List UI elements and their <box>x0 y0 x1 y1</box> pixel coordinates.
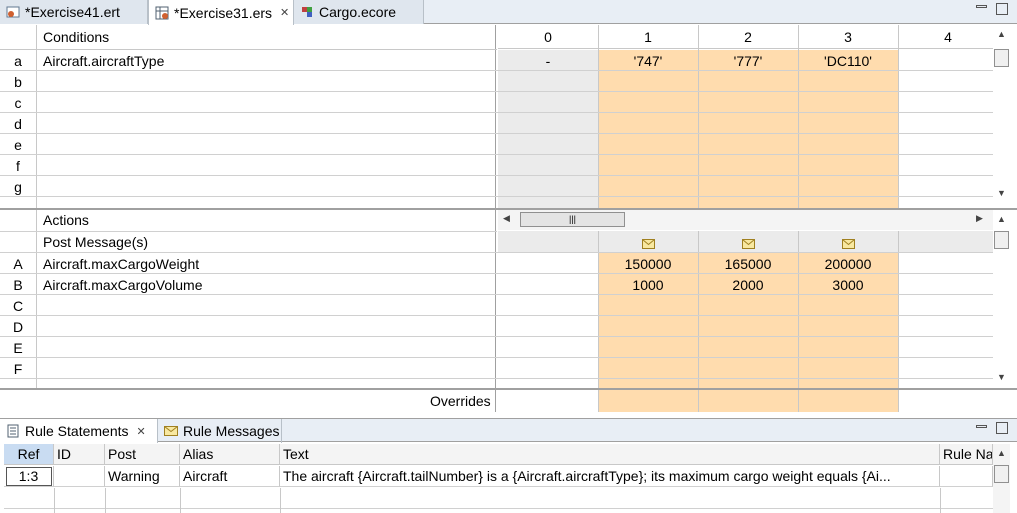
column-header-alias[interactable]: Alias <box>180 444 280 465</box>
row-letter: f <box>16 158 20 174</box>
action-value-1[interactable]: 1000 <box>598 277 698 293</box>
rule-test-icon <box>6 5 20 19</box>
post-message-label: Post Message(s) <box>43 234 149 250</box>
row-letter: F <box>13 361 23 377</box>
scroll-down-icon[interactable]: ▼ <box>993 188 1010 202</box>
action-value-2[interactable]: 165000 <box>698 256 798 272</box>
scroll-thumb[interactable] <box>994 49 1009 67</box>
scroll-thumb[interactable] <box>994 465 1009 483</box>
rule-columns-body <box>598 50 898 208</box>
envelope-icon[interactable] <box>642 236 655 252</box>
column-0-body <box>498 50 598 208</box>
rule-statements-icon <box>6 424 20 438</box>
column-header-ref[interactable]: Ref <box>4 444 54 465</box>
column-header-id[interactable]: ID <box>54 444 105 465</box>
column-header-3[interactable]: 3 <box>798 29 898 45</box>
row-letter: a <box>14 53 22 69</box>
condition-value-3[interactable]: 'DC110' <box>798 53 898 69</box>
bottom-panel-tab-bar: Rule Statements ✕ Rule Messages <box>0 418 1017 443</box>
column-header-text[interactable]: Text <box>280 444 940 465</box>
statements-vertical-scrollbar[interactable]: ▲ <box>993 444 1010 513</box>
ref-cell[interactable]: 1:3 <box>4 466 54 487</box>
column-header-0[interactable]: 0 <box>498 29 598 45</box>
minimize-icon[interactable] <box>976 5 987 8</box>
column-header-4[interactable]: 4 <box>898 29 998 45</box>
row-letter: d <box>14 116 22 132</box>
conditions-header: Conditions <box>43 29 110 45</box>
tab-label: Cargo.ecore <box>319 4 397 20</box>
ecore-model-icon <box>300 5 314 19</box>
scroll-up-icon[interactable]: ▲ <box>993 29 1010 43</box>
envelope-icon[interactable] <box>742 236 755 252</box>
conditions-vertical-scrollbar[interactable]: ▲ ▼ <box>993 25 1010 203</box>
row-letter: b <box>14 74 22 90</box>
id-cell[interactable] <box>54 466 105 487</box>
column-header-post[interactable]: Post <box>105 444 180 465</box>
tab-rule-statements[interactable]: Rule Statements ✕ <box>0 419 158 443</box>
column-header-rule-name[interactable]: Rule Na <box>940 444 993 465</box>
actions-pane: Actions Post Message(s) A Aircraft.maxCa… <box>0 210 1017 412</box>
minimize-icon[interactable] <box>976 425 987 428</box>
condition-value-0[interactable]: - <box>498 53 598 69</box>
action-expression[interactable]: Aircraft.maxCargoWeight <box>43 256 199 272</box>
action-value-2[interactable]: 2000 <box>698 277 798 293</box>
envelope-icon[interactable] <box>842 236 855 252</box>
row-letter: g <box>14 179 22 195</box>
tab-label: *Exercise31.ers <box>174 4 273 21</box>
text-cell[interactable]: The aircraft {Aircraft.tailNumber} is a … <box>280 466 940 487</box>
action-value-3[interactable]: 3000 <box>798 277 898 293</box>
column-header-2[interactable]: 2 <box>698 29 798 45</box>
maximize-icon[interactable] <box>996 3 1008 15</box>
scroll-up-icon[interactable]: ▲ <box>993 448 1010 462</box>
editor-tab-bar: *Exercise41.ert *Exercise31.ers ✕ Cargo.… <box>0 0 1017 25</box>
rule-name-cell[interactable] <box>940 466 993 487</box>
tab-label: *Exercise41.ert <box>25 4 120 20</box>
row-letter: C <box>12 298 24 314</box>
condition-value-1[interactable]: '747' <box>598 53 698 69</box>
scroll-down-icon[interactable]: ▼ <box>993 372 1010 386</box>
overrides-label: Overrides <box>430 393 491 409</box>
actions-vertical-scrollbar[interactable]: ▲ ▼ <box>993 210 1010 388</box>
row-letter: e <box>14 137 22 153</box>
alias-cell[interactable]: Aircraft <box>180 466 280 487</box>
condition-value-2[interactable]: '777' <box>698 53 798 69</box>
post-cell[interactable]: Warning <box>105 466 180 487</box>
tab-label: Rule Statements <box>25 423 129 439</box>
row-letter: A <box>13 256 23 272</box>
tab-rule-messages[interactable]: Rule Messages <box>158 419 282 443</box>
empty-table-row <box>4 488 993 509</box>
conditions-pane: Conditions 0 1 2 3 4 a Aircraft.aircraft… <box>0 25 1017 208</box>
tab-label: Rule Messages <box>183 423 280 439</box>
actions-header: Actions <box>43 212 89 228</box>
tab-exercise41[interactable]: *Exercise41.ert <box>0 0 148 24</box>
tab-exercise31[interactable]: *Exercise31.ers ✕ <box>148 0 294 25</box>
row-letter: D <box>12 319 24 335</box>
scroll-up-icon[interactable]: ▲ <box>993 214 1010 228</box>
action-value-1[interactable]: 150000 <box>598 256 698 272</box>
close-icon[interactable]: ✕ <box>280 6 289 19</box>
envelope-icon <box>164 424 178 438</box>
condition-expression[interactable]: Aircraft.aircraftType <box>43 53 164 69</box>
maximize-icon[interactable] <box>996 422 1008 434</box>
row-letter: E <box>13 340 23 356</box>
column-header-1[interactable]: 1 <box>598 29 698 45</box>
row-letter: B <box>13 277 23 293</box>
scroll-thumb[interactable] <box>994 231 1009 249</box>
row-letter: c <box>14 95 22 111</box>
ref-value: 1:3 <box>5 467 52 486</box>
tab-cargo-ecore[interactable]: Cargo.ecore <box>294 0 424 24</box>
rule-sheet-icon <box>155 6 169 20</box>
close-icon[interactable]: ✕ <box>137 425 146 438</box>
action-value-3[interactable]: 200000 <box>798 256 898 272</box>
action-expression[interactable]: Aircraft.maxCargoVolume <box>43 277 203 293</box>
